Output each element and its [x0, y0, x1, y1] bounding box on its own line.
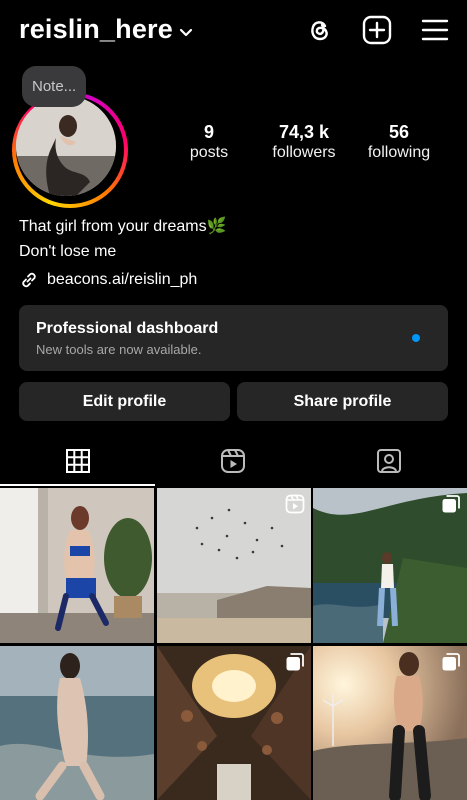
link-text: beacons.ai/reislin_ph	[47, 271, 198, 288]
notification-dot	[412, 334, 420, 342]
avatar-photo	[16, 96, 116, 196]
posts-stat[interactable]: 9 posts	[178, 121, 240, 163]
grid-post-5[interactable]	[157, 646, 311, 800]
reels-icon[interactable]	[220, 448, 246, 474]
bio-text: That girl from your dreams	[19, 218, 207, 235]
followers-label: followers	[272, 144, 336, 161]
grid-post-3[interactable]	[313, 488, 467, 643]
chevron-down-icon	[179, 14, 193, 45]
leaf-emoji: 🌿	[206, 218, 227, 235]
edit-profile-button[interactable]: Edit profile	[19, 382, 230, 421]
link-icon	[19, 270, 39, 290]
username-dropdown[interactable]: reislin_here	[19, 14, 193, 45]
bio-line-2: Don't lose me	[19, 243, 117, 260]
username: reislin_here	[19, 14, 173, 44]
followers-count: 74,3 k	[278, 122, 330, 142]
following-stat[interactable]: 56 following	[362, 121, 436, 163]
carousel-icon	[285, 652, 305, 672]
posts-count: 9	[203, 122, 214, 142]
grid-post-6[interactable]	[313, 646, 467, 800]
menu-icon[interactable]	[420, 15, 450, 45]
following-count: 56	[388, 122, 410, 142]
note-bubble[interactable]: Note...	[22, 66, 87, 107]
carousel-icon	[441, 652, 461, 672]
selected-tab-indicator	[0, 484, 155, 486]
threads-icon[interactable]	[304, 15, 334, 45]
carousel-icon	[441, 494, 461, 514]
bio-link[interactable]: beacons.ai/reislin_ph	[19, 270, 197, 290]
followers-stat[interactable]: 74,3 k followers	[262, 121, 346, 163]
tagged-icon[interactable]	[376, 448, 402, 474]
grid-post-1[interactable]	[0, 488, 154, 643]
grid-post-4[interactable]	[0, 646, 154, 800]
posts-label: posts	[189, 144, 229, 161]
dashboard-title: Professional dashboard	[36, 320, 219, 337]
reel-icon	[285, 494, 305, 514]
share-profile-button[interactable]: Share profile	[237, 382, 448, 421]
new-post-icon[interactable]	[362, 15, 392, 45]
bio-line-1: That girl from your dreams🌿	[19, 216, 227, 236]
professional-dashboard[interactable]: Professional dashboard New tools are now…	[19, 305, 448, 371]
grid-post-2[interactable]	[157, 488, 311, 643]
profile-avatar[interactable]	[12, 92, 128, 208]
following-label: following	[367, 144, 431, 161]
grid-icon[interactable]	[65, 448, 91, 474]
dashboard-subtitle: New tools are now available.	[36, 342, 202, 357]
